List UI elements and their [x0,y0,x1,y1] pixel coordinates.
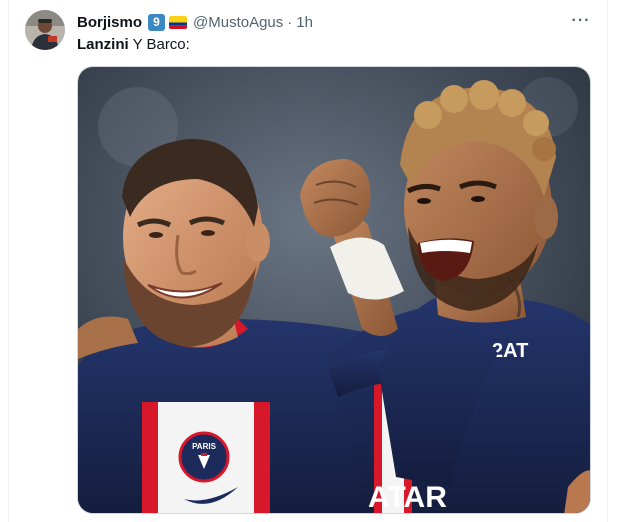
tweet-text-rest: Y Barco: [128,36,190,53]
keycap-nine-icon: 9 [148,13,166,31]
tweet-card[interactable]: Borjismo 9 @MustoAgus · 1h ··· Lanzini Y… [8,0,608,522]
crest-text: PARIS [192,442,217,451]
colombia-flag-icon [169,15,188,29]
tweet-text: Lanzini Y Barco: [77,35,190,55]
photo-players-celebrating: PARIS ATAR 2AT [78,67,590,514]
avatar-image [25,10,65,50]
separator-dot: · [287,13,293,31]
more-horizontal-icon[interactable]: ··· [569,12,593,32]
tweet-media-photo[interactable]: PARIS ATAR 2AT [77,66,591,514]
timestamp[interactable]: 1h [296,14,313,31]
sponsor-text: ATAR [368,481,447,514]
tweet-text-bold: Lanzini [77,36,129,53]
display-name[interactable]: Borjismo [77,14,142,31]
avatar[interactable] [25,10,65,50]
sleeve-number: 2AT [492,340,528,362]
user-handle[interactable]: @MustoAgus [193,14,283,31]
tweet-header: Borjismo 9 @MustoAgus · 1h [77,12,313,32]
